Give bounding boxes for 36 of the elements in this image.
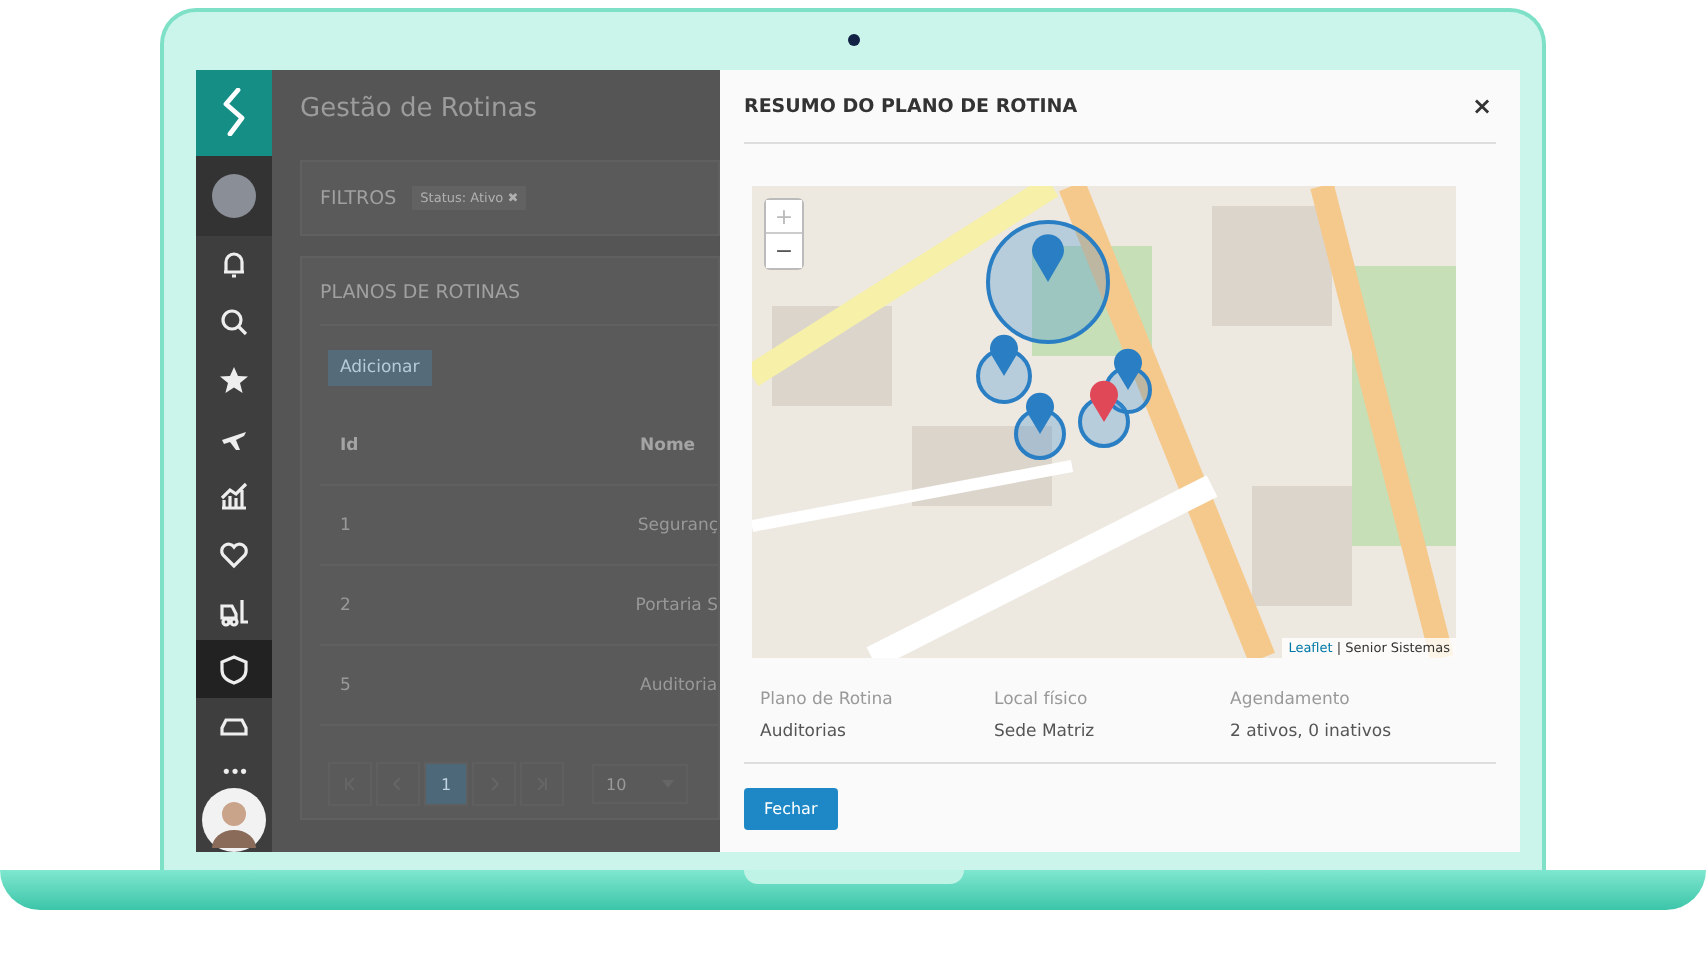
search-icon (218, 306, 250, 339)
zoom-in-button[interactable]: + (766, 200, 802, 234)
page-size-select[interactable]: 10 (592, 764, 688, 804)
detail-label: Agendamento (1230, 690, 1352, 710)
shield-icon (218, 653, 250, 686)
close-modal-button[interactable]: Fechar (744, 788, 838, 830)
logo-icon (220, 88, 248, 137)
filters-title: FILTROS (320, 187, 397, 209)
detail-value: Sede Matriz (994, 722, 1097, 742)
sidebar-item[interactable] (196, 640, 272, 699)
detail-value: 2 ativos, 0 inativos (1230, 722, 1391, 742)
detail-label: Plano de Rotina (760, 690, 895, 710)
table-cell: Auditoria (640, 675, 718, 695)
table-cell-text: 5 (338, 675, 353, 695)
forklift-icon (218, 595, 250, 628)
table-cell: Portaria S (635, 595, 718, 615)
more-button[interactable]: ••• (196, 756, 272, 789)
page-button[interactable]: 1 (424, 762, 468, 806)
modal-title: RESUMO DO PLANO DE ROTINA (744, 95, 1078, 117)
chart-icon (218, 479, 250, 512)
detail-label: Local físico (994, 690, 1090, 710)
detail-value: Auditorias (760, 722, 848, 742)
column-header[interactable]: Id (320, 435, 640, 455)
page-title: Gestão de Rotinas (300, 94, 539, 124)
plans-title: PLANOS DE ROTINAS (320, 258, 718, 326)
table-cell-text: 2 (338, 595, 353, 615)
table-cell: Seguranç (637, 515, 718, 535)
close-button[interactable]: × (1467, 92, 1496, 120)
column-header[interactable]: Nome (640, 435, 696, 455)
heart-icon (218, 537, 250, 570)
table-cell-text: 1 (338, 515, 353, 535)
star-icon (218, 364, 250, 397)
support-avatar[interactable] (202, 788, 266, 852)
bell-icon (218, 248, 250, 281)
user-avatar[interactable] (212, 173, 256, 218)
add-button[interactable]: Adicionar (328, 350, 432, 386)
